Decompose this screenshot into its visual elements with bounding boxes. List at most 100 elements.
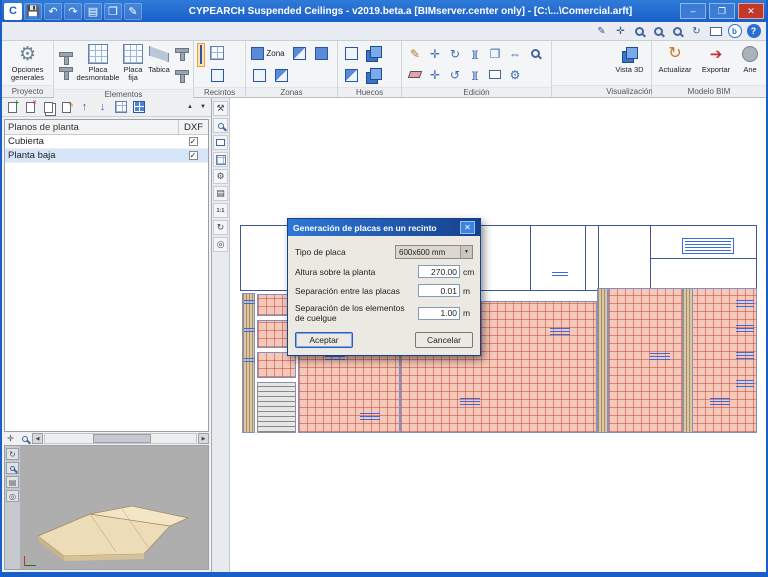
pan-hand-icon[interactable]: ✛ [4,433,17,445]
opciones-generales-button[interactable]: ⚙ Opciones generales [5,43,50,82]
search-icon[interactable] [213,118,228,133]
close-button[interactable]: ✕ [738,3,764,19]
mirror-icon[interactable]: ][ [465,43,485,64]
zone-tool-3-button[interactable] [249,65,269,85]
drawing-canvas[interactable]: Generación de placas en un recinto ✕ Tip… [230,98,766,572]
actualizar-button[interactable]: ↻ Actualizar [655,43,695,74]
zoom-in-icon[interactable] [6,462,19,474]
edit-pencil-icon[interactable]: ✎ [405,43,425,64]
opening-tool-1-button[interactable] [341,43,361,63]
rotate-icon[interactable]: ↻ [445,43,465,64]
dxf-checkbox[interactable]: ✓ [188,151,198,160]
ceiling-profile-button[interactable] [57,43,75,87]
hanger-spacing-input[interactable]: 1.00 [418,306,460,320]
move-down-button[interactable]: ↓ [94,99,111,115]
mirror-copy-icon[interactable]: ][ [465,64,485,85]
undo-icon[interactable]: ↶ [44,2,62,20]
print-icon[interactable]: ▤ [84,2,102,20]
redo-icon[interactable]: ↷ [64,2,82,20]
erase-icon[interactable] [405,64,425,85]
frame-select-icon[interactable] [707,24,724,39]
room-tool-2-button[interactable] [207,65,227,85]
dxf-checkbox[interactable]: ✓ [188,137,198,146]
move-icon[interactable]: ✛ [425,43,445,64]
tile-type-select[interactable]: 600x600 mm ▼ [395,245,473,259]
save-icon[interactable]: 💾 [24,2,42,20]
table-row[interactable]: Planta baja ✓ [5,149,208,163]
profile-variant-2-button[interactable] [173,65,191,85]
collapse-down-button[interactable]: ▼ [197,99,209,115]
tile-gap-input[interactable]: 0.01 [418,284,460,297]
anexo-button[interactable]: Ane [737,43,763,74]
zone-tool-4-button[interactable] [271,65,291,85]
scroll-left-button[interactable]: ◀ [32,433,43,444]
redraw-icon[interactable]: ↻ [688,24,705,39]
target-icon[interactable]: ◎ [6,490,19,502]
placa-fija-button[interactable]: Placa fija [121,43,145,82]
copy-plan-button[interactable] [40,99,57,115]
zoom-previous-icon[interactable] [669,24,686,39]
dropdown-arrow-icon[interactable]: ▼ [460,246,472,258]
resize-icon[interactable]: ⇔ [505,43,525,64]
bimserver-icon[interactable]: b [726,24,743,39]
orbit-icon[interactable]: ↻ [6,448,19,460]
zone-tool-1-button[interactable] [289,43,309,63]
collapse-up-button[interactable]: ▲ [184,99,196,115]
zoom-window-icon[interactable] [631,24,648,39]
tabica-button[interactable]: Tabica [147,43,171,74]
reference-target-icon[interactable]: ◎ [213,237,228,252]
generate-tiles-room-button[interactable] [197,43,205,67]
add-plan-button[interactable] [4,98,21,115]
settings-icon[interactable]: ⚙ [213,169,228,184]
move-up-button[interactable]: ↑ [76,99,93,115]
zoom-search-icon[interactable] [525,43,545,64]
preview-zoom-icon[interactable] [18,433,31,445]
regen-icon[interactable]: ↻ [213,220,228,235]
zoom-actual-size-icon[interactable]: 1:1 [213,203,228,218]
dxf-manager-button[interactable] [112,99,129,115]
minimize-button[interactable]: – [680,3,706,19]
placa-desmontable-button[interactable]: Placa desmontable [77,43,119,82]
preview-viewport[interactable] [20,446,208,569]
edit-plan-button[interactable] [58,99,75,115]
zone-tool-2-button[interactable] [311,43,331,63]
scroll-right-button[interactable]: ▶ [198,433,209,444]
app-icon[interactable]: C [4,2,22,20]
zona-button[interactable]: Zona [249,43,287,63]
opening-tool-3-button[interactable] [341,65,361,85]
edit-settings-icon[interactable]: ⚙ [505,64,525,85]
dxf-layers-button[interactable] [130,99,147,115]
copy-document-icon[interactable]: ❐ [104,2,122,20]
pan-icon[interactable]: ✛ [612,24,629,39]
layers-icon[interactable]: ▤ [6,476,19,488]
grid-snap-icon[interactable] [213,152,228,167]
aceptar-button[interactable]: Aceptar [295,332,353,348]
table-row[interactable]: Cubierta ✓ [5,135,208,149]
move-copy-icon[interactable]: ✛ [425,64,445,85]
window-select-icon[interactable] [485,64,505,85]
rotate-ccw-icon[interactable]: ↺ [445,64,465,85]
zoom-extents-icon[interactable] [650,24,667,39]
scrollbar-thumb[interactable] [93,434,151,443]
layers-panel-icon[interactable]: ▤ [213,186,228,201]
vista-3d-button[interactable]: Vista 3D [611,43,648,74]
room-tool-1-button[interactable] [207,43,227,63]
edit-view-icon[interactable]: ✎ [593,24,610,39]
horizontal-scrollbar[interactable] [44,433,197,444]
opening-tool-4-button[interactable] [363,65,383,85]
dialog-close-button[interactable]: ✕ [460,221,475,234]
delete-plan-button[interactable] [22,99,39,115]
ribbon-group-visualizacion: Vista 3D Visualización [606,41,653,97]
maximize-button[interactable]: ❐ [709,3,735,19]
dialog-title-bar[interactable]: Generación de placas en un recinto ✕ [288,219,480,236]
tools-icon[interactable]: ⚒ [213,101,228,116]
selection-rectangle-icon[interactable] [213,135,228,150]
copy-icon[interactable]: ❐ [485,43,505,64]
profile-variant-1-button[interactable] [173,43,191,63]
help-icon[interactable]: ? [745,24,762,39]
opening-tool-2-button[interactable] [363,43,383,63]
edit-document-icon[interactable]: ✎ [124,2,142,20]
height-input[interactable]: 270.00 [418,265,460,278]
cancelar-button[interactable]: Cancelar [415,332,473,348]
exportar-button[interactable]: ➔ Exportar [697,43,735,74]
